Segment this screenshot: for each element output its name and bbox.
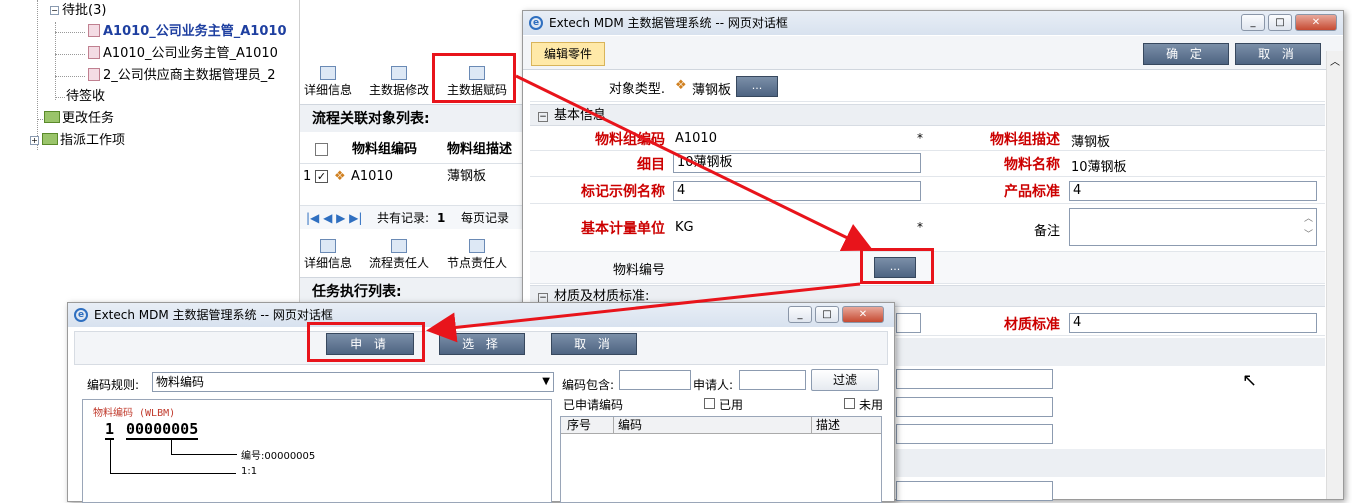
annotation-arrows <box>426 74 874 343</box>
